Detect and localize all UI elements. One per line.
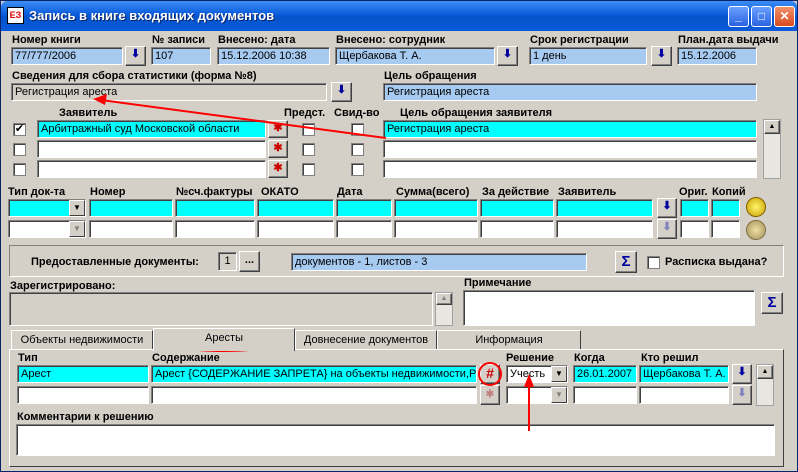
tab-arrests[interactable]: Аресты xyxy=(153,328,295,351)
annotation-arrow-stats xyxy=(100,99,387,139)
annotation-arrowhead-decision xyxy=(524,374,534,387)
annotation-overlay xyxy=(93,94,534,431)
annotation-circle-hash xyxy=(478,362,502,386)
annotation-arrowhead-stats xyxy=(93,94,107,105)
dialog-window: ЕЗ Запись в книге входящих документов _ … xyxy=(0,0,798,472)
